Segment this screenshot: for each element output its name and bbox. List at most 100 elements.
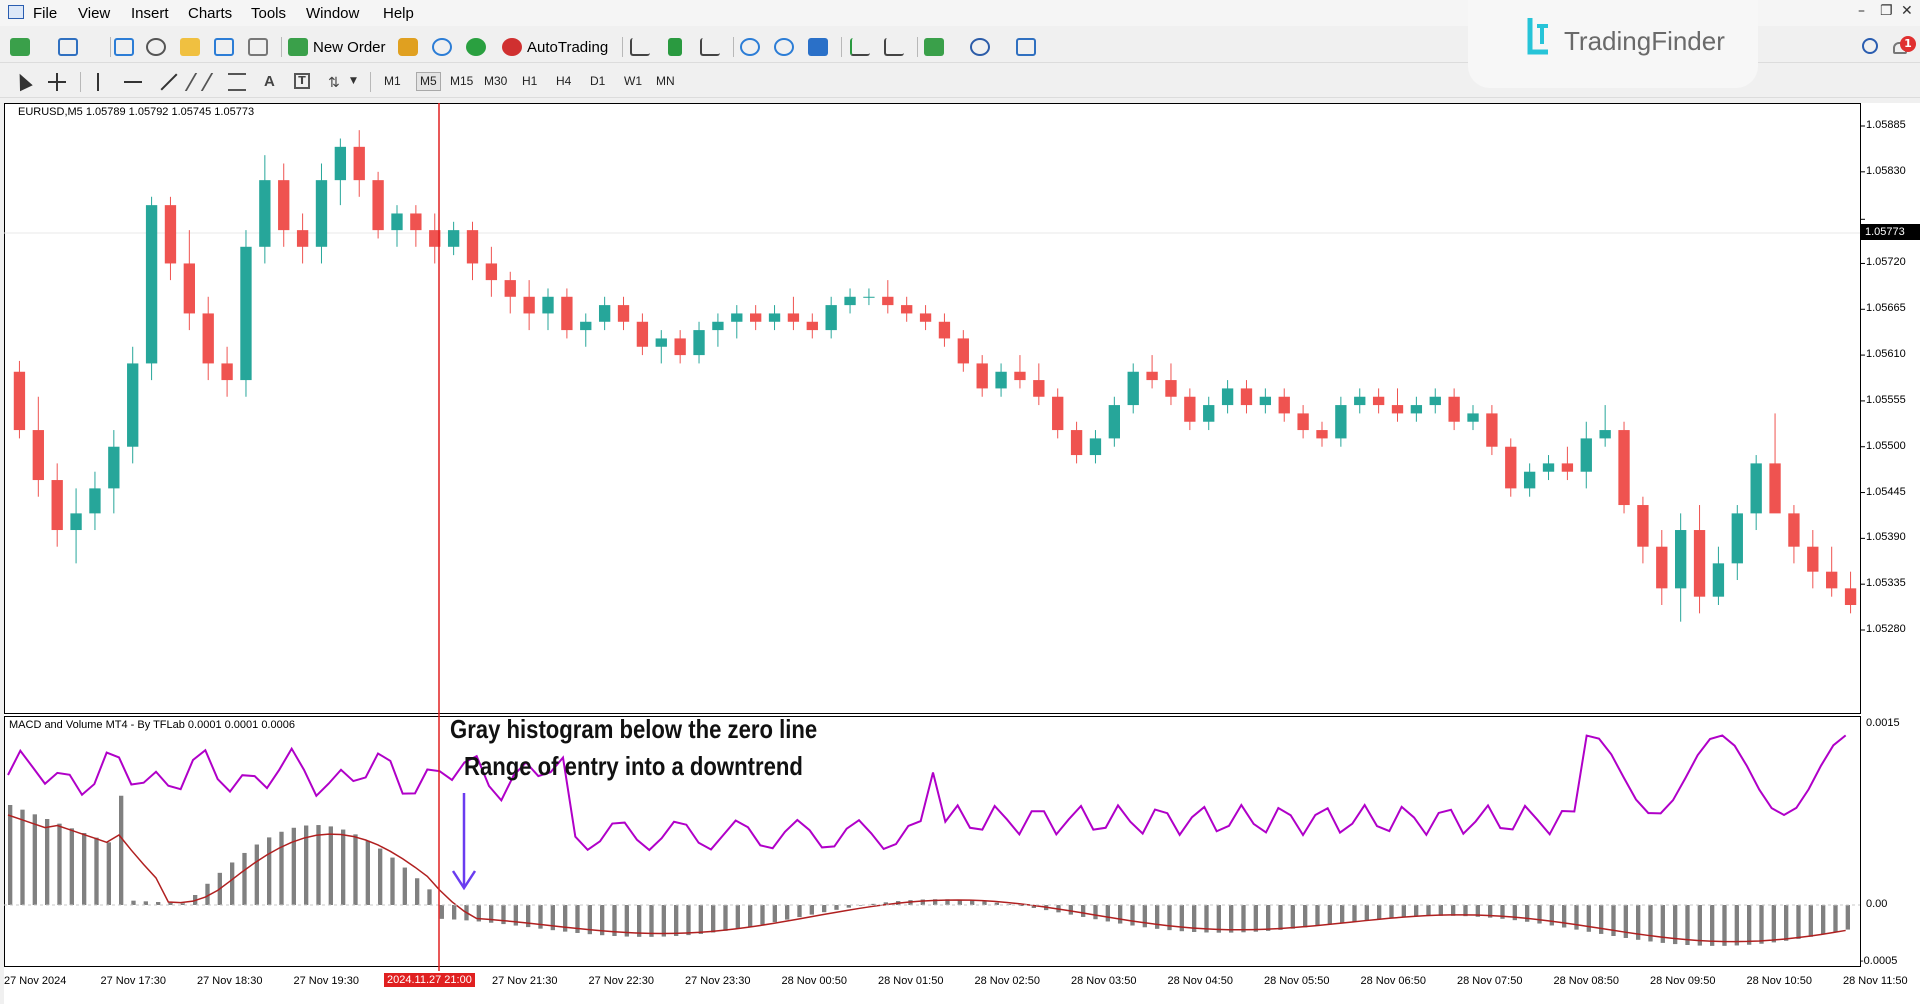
time-label: 28 Nov 03:50	[1071, 975, 1137, 987]
candle-body	[1675, 530, 1687, 589]
menu-charts[interactable]: Charts	[188, 5, 232, 22]
candle-body	[466, 230, 479, 264]
histogram-bar	[686, 905, 691, 936]
arrows-dropdown-icon[interactable]: ▼	[350, 76, 357, 86]
candle-body	[372, 180, 384, 231]
metaeditor-icon[interactable]	[398, 38, 418, 56]
navigator-icon[interactable]	[214, 38, 234, 56]
periods-icon[interactable]	[970, 38, 990, 56]
candle-body	[712, 321, 724, 331]
candle-body	[617, 305, 630, 322]
candle-body	[1448, 396, 1460, 422]
horizontal-line-icon[interactable]	[124, 81, 142, 83]
fibonacci-icon[interactable]	[228, 73, 246, 91]
new-chart-icon[interactable]	[10, 38, 30, 56]
candle-body	[315, 180, 328, 247]
timeframe-w1[interactable]: W1	[624, 74, 642, 88]
candle-body	[32, 430, 44, 481]
candle-body	[1486, 413, 1498, 447]
annotation-line-1: Gray histogram below the zero line	[450, 714, 818, 744]
histogram-bar	[1364, 905, 1369, 921]
timeframe-m5[interactable]: M5	[416, 72, 441, 91]
market-icon[interactable]	[466, 38, 486, 56]
autotrading-icon[interactable]	[502, 38, 522, 56]
histogram-bar	[637, 905, 642, 937]
timeframe-m1[interactable]: M1	[384, 74, 401, 88]
candle-body	[901, 305, 913, 314]
menu-window[interactable]: Window	[306, 5, 359, 22]
timeframe-m30[interactable]: M30	[484, 74, 507, 88]
histogram-bar	[661, 905, 666, 937]
close-icon[interactable]: ✕	[1901, 3, 1913, 19]
menu-help[interactable]: Help	[383, 5, 414, 22]
notifications-icon[interactable]: 1	[1893, 36, 1916, 58]
histogram-bar	[1278, 905, 1283, 930]
line-chart-icon[interactable]	[700, 38, 720, 56]
crosshair-icon[interactable]	[48, 73, 66, 91]
price-label: 1.05280	[1866, 623, 1906, 635]
minimize-icon[interactable]: –	[1858, 3, 1865, 19]
trendline-icon[interactable]	[160, 73, 178, 91]
bar-chart-icon[interactable]	[630, 38, 650, 56]
histogram-bar	[390, 857, 395, 905]
candlestick-chart-icon[interactable]	[668, 38, 682, 56]
timeframe-h4[interactable]: H4	[556, 74, 571, 88]
histogram-bar	[341, 829, 346, 905]
timeframe-mn[interactable]: MN	[656, 74, 675, 88]
candle-body	[1807, 546, 1819, 572]
zoom-out-icon[interactable]	[774, 38, 794, 56]
crosshair-target-icon[interactable]	[146, 38, 166, 56]
timeframe-h1[interactable]: H1	[522, 74, 537, 88]
zoom-in-icon[interactable]	[740, 38, 760, 56]
menu-file[interactable]: File	[33, 5, 57, 22]
indicators-icon[interactable]	[924, 38, 944, 56]
auto-scroll-icon[interactable]	[884, 38, 904, 56]
histogram-bar	[45, 819, 50, 905]
time-label: 28 Nov 10:50	[1746, 975, 1812, 987]
autotrading-button[interactable]: AutoTrading	[527, 39, 608, 56]
chart-window[interactable]: EURUSD,M5 1.05789 1.05792 1.05745 1.0577…	[4, 103, 1920, 1004]
time-label: 28 Nov 09:50	[1650, 975, 1716, 987]
histogram-bar	[254, 844, 259, 905]
price-label: 1.05610	[1866, 348, 1906, 361]
search-icon[interactable]	[1862, 38, 1878, 54]
signals-icon[interactable]	[432, 38, 452, 56]
text-label-icon[interactable]: T	[294, 73, 310, 89]
timeframe-d1[interactable]: D1	[590, 74, 605, 88]
new-order-icon[interactable]	[288, 38, 308, 56]
candle-body	[70, 513, 82, 531]
candle-body	[164, 205, 177, 264]
market-watch-icon[interactable]	[114, 38, 134, 56]
chart-shift-icon[interactable]	[850, 38, 870, 56]
candle-body	[1410, 405, 1423, 414]
histogram-bar	[106, 842, 111, 905]
cursor-icon[interactable]	[13, 70, 33, 92]
menu-insert[interactable]: Insert	[131, 5, 169, 22]
profiles-icon[interactable]	[58, 38, 78, 56]
channel-icon[interactable]	[184, 73, 214, 91]
favorites-icon[interactable]	[180, 38, 200, 56]
arrows-icon[interactable]: ⇅	[328, 75, 340, 91]
candle-body	[1278, 396, 1290, 414]
restore-icon[interactable]: ❐	[1880, 3, 1893, 19]
candle-body	[1769, 463, 1781, 514]
candle-body	[145, 205, 158, 364]
histogram-bar	[1327, 905, 1332, 925]
tile-windows-icon[interactable]	[808, 38, 828, 56]
histogram-bar	[1784, 905, 1789, 941]
histogram-bar	[291, 827, 296, 905]
vertical-line-icon[interactable]	[97, 73, 99, 91]
menu-view[interactable]: View	[78, 5, 110, 22]
candle-body	[1033, 380, 1045, 397]
text-icon[interactable]: A	[264, 73, 275, 90]
templates-icon[interactable]	[1016, 38, 1036, 56]
candle-body	[938, 321, 951, 339]
menu-tools[interactable]: Tools	[251, 5, 286, 22]
notification-badge: 1	[1900, 36, 1916, 52]
chart-canvas[interactable]	[4, 103, 1920, 1004]
candle-body	[353, 146, 365, 181]
strategy-tester-icon[interactable]	[248, 38, 268, 56]
new-order-button[interactable]: New Order	[313, 39, 386, 56]
timeframe-m15[interactable]: M15	[450, 74, 473, 88]
candle-body	[1467, 413, 1479, 422]
